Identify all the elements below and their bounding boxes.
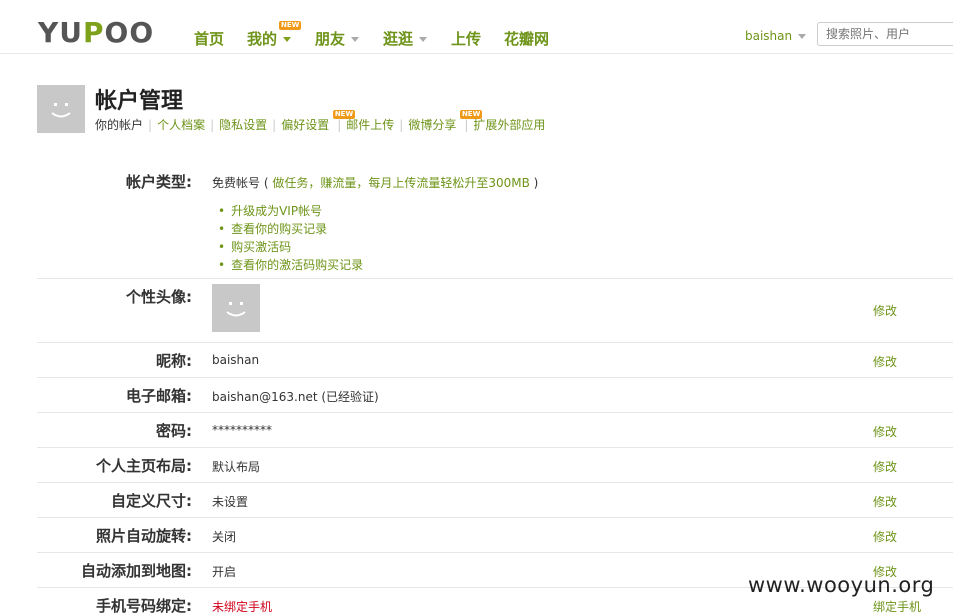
auto-map-label: 自动添加到地图:: [81, 562, 192, 580]
edit-nickname-link[interactable]: 修改: [873, 353, 897, 370]
nav-huaban[interactable]: 花瓣网: [504, 28, 549, 49]
chevron-down-icon: [419, 37, 428, 42]
username: baishan: [745, 29, 793, 43]
custom-size-value: 未设置: [212, 495, 249, 509]
paren-close: ): [529, 176, 539, 190]
divider: |: [464, 118, 469, 132]
password-value: **********: [212, 423, 272, 437]
new-badge: NEW: [279, 21, 302, 30]
chevron-down-icon: [283, 37, 292, 42]
chevron-down-icon: [351, 37, 360, 42]
nav-friends-label: 朋友: [315, 30, 346, 48]
edit-custom-size-link[interactable]: 修改: [873, 493, 897, 510]
auto-rotate-value: 关闭: [212, 530, 237, 544]
search-input[interactable]: [817, 22, 953, 46]
profile-avatar: [212, 284, 260, 332]
bind-phone-link[interactable]: 绑定手机: [873, 598, 921, 615]
password-label: 密码:: [156, 422, 192, 440]
nav-home-label: 首页: [194, 30, 225, 48]
smiley-icon: [51, 103, 71, 118]
page-title: 帐户管理: [95, 89, 184, 114]
user-menu[interactable]: baishan: [745, 29, 807, 43]
nav-explore-label: 逛逛: [383, 30, 414, 48]
smiley-icon: [226, 302, 246, 317]
auto-rotate-label: 照片自动旋转:: [96, 527, 192, 545]
subnav-preferences[interactable]: 偏好设置 NEW: [281, 110, 356, 132]
phone-binding-value: 未绑定手机: [212, 600, 273, 614]
logo-text-a: YU: [38, 15, 84, 49]
email-label: 电子邮箱:: [126, 387, 192, 405]
email-value: baishan@163.net (已经验证): [212, 390, 379, 404]
divider: |: [210, 118, 215, 132]
subnav-email-upload[interactable]: 邮件上传: [346, 118, 394, 132]
chevron-down-icon: [798, 34, 807, 39]
edit-auto-rotate-link[interactable]: 修改: [873, 528, 897, 545]
divider: |: [399, 118, 404, 132]
divider: [37, 342, 953, 343]
nickname-label: 昵称:: [156, 352, 192, 370]
divider: [37, 377, 953, 378]
nickname-value: baishan: [212, 353, 260, 367]
account-subnav: 你的帐户 | 个人档案 | 隐私设置 | 偏好设置 NEW | 邮件上传 | 微博分享 NEW | 扩展外部…: [95, 110, 545, 133]
divider: [37, 517, 953, 518]
subnav-preferences-label: 偏好设置: [281, 118, 330, 132]
divider: [37, 552, 953, 553]
subnav-weibo-share[interactable]: 微博分享 NEW: [408, 110, 483, 132]
divider: |: [148, 118, 153, 132]
account-type-label: 帐户类型:: [126, 173, 192, 191]
paren-open: (: [260, 176, 273, 190]
upgrade-vip-link[interactable]: 升级成为VIP帐号: [218, 202, 363, 220]
nav-friends[interactable]: 朋友: [315, 28, 360, 49]
nav-mine[interactable]: 我的 NEW: [247, 21, 302, 49]
homepage-layout-label: 个人主页布局:: [96, 457, 192, 475]
divider: [37, 447, 953, 448]
divider: |: [337, 118, 342, 132]
nav-upload-label: 上传: [451, 30, 482, 48]
subnav-privacy[interactable]: 隐私设置: [219, 118, 267, 132]
account-type-value: 免费帐号 ( 做任务，赚流量，每月上传流量轻松升至300MB ): [212, 174, 538, 191]
edit-avatar-link[interactable]: 修改: [873, 302, 897, 319]
nav-explore[interactable]: 逛逛: [383, 28, 428, 49]
divider: |: [272, 118, 277, 132]
purchase-history-link[interactable]: 查看你的购买记录: [218, 220, 363, 238]
divider: [37, 482, 953, 483]
edit-layout-link[interactable]: 修改: [873, 458, 897, 475]
divider: [37, 278, 953, 279]
nav-huaban-label: 花瓣网: [504, 30, 550, 48]
activation-code-history-link[interactable]: 查看你的激活码购买记录: [218, 256, 363, 274]
header-avatar[interactable]: [37, 85, 85, 133]
phone-binding-label: 手机号码绑定:: [96, 597, 192, 615]
logo-text-c: OO: [104, 15, 155, 49]
account-type-hint-link[interactable]: 做任务，赚流量，每月上传流量轻松升至300MB: [272, 176, 530, 190]
account-type-text: 免费帐号: [212, 176, 261, 190]
buy-activation-code-link[interactable]: 购买激活码: [218, 238, 363, 256]
yupoo-logo[interactable]: YU P OO: [38, 14, 154, 50]
custom-size-label: 自定义尺寸:: [111, 492, 192, 510]
subnav-your-account[interactable]: 你的帐户: [95, 118, 143, 132]
homepage-layout-value: 默认布局: [212, 460, 261, 474]
watermark: www.wooyun.org: [748, 573, 935, 597]
avatar-row-label: 个性头像:: [126, 288, 192, 306]
nav-home[interactable]: 首页: [194, 28, 224, 49]
divider: [37, 412, 953, 413]
subnav-weibo-share-label: 微博分享: [408, 118, 457, 132]
account-links: 升级成为VIP帐号 查看你的购买记录 购买激活码 查看你的激活码购买记录: [218, 202, 363, 274]
edit-password-link[interactable]: 修改: [873, 423, 897, 440]
auto-map-value: 开启: [212, 565, 237, 579]
nav-mine-label: 我的: [247, 30, 278, 48]
logo-text-b: P: [83, 15, 105, 49]
nav-upload[interactable]: 上传: [451, 28, 481, 49]
top-navigation-bar: YU P OO 首页 我的 NEW 朋友 逛逛 上传 花瓣网 baishan: [0, 0, 953, 54]
subnav-external-apps[interactable]: 扩展外部应用: [473, 118, 545, 132]
subnav-profile[interactable]: 个人档案: [157, 118, 205, 132]
